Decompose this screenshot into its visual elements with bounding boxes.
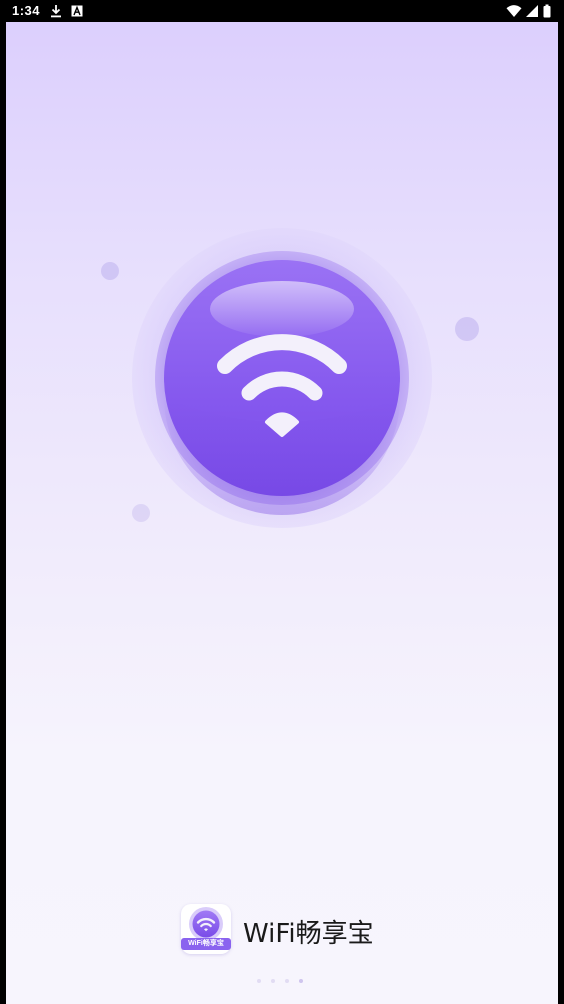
decorative-bubble: [101, 262, 119, 280]
download-icon: [51, 5, 61, 18]
splash-screen: WiFi畅享宝 WiFi畅享宝: [6, 22, 558, 1004]
battery-icon: [543, 4, 551, 18]
app-icon: WiFi畅享宝: [181, 904, 231, 954]
status-time: 1:34: [12, 3, 41, 18]
signal-icon: [526, 5, 538, 17]
page-dot-active: [299, 979, 303, 983]
page-dot: [285, 979, 289, 983]
status-bar: 1:34: [0, 0, 564, 22]
wifi-logo: [131, 227, 433, 529]
app-name: WiFi畅享宝: [243, 919, 374, 949]
page-indicator: [257, 979, 317, 985]
a-box-icon: [71, 5, 83, 17]
app-icon-label: WiFi畅享宝: [181, 938, 231, 950]
decorative-bubble: [455, 317, 479, 341]
page-dot: [257, 979, 261, 983]
wifi-logo-graphic: [132, 228, 432, 528]
wifi-icon: [506, 5, 522, 17]
page-dot: [271, 979, 275, 983]
